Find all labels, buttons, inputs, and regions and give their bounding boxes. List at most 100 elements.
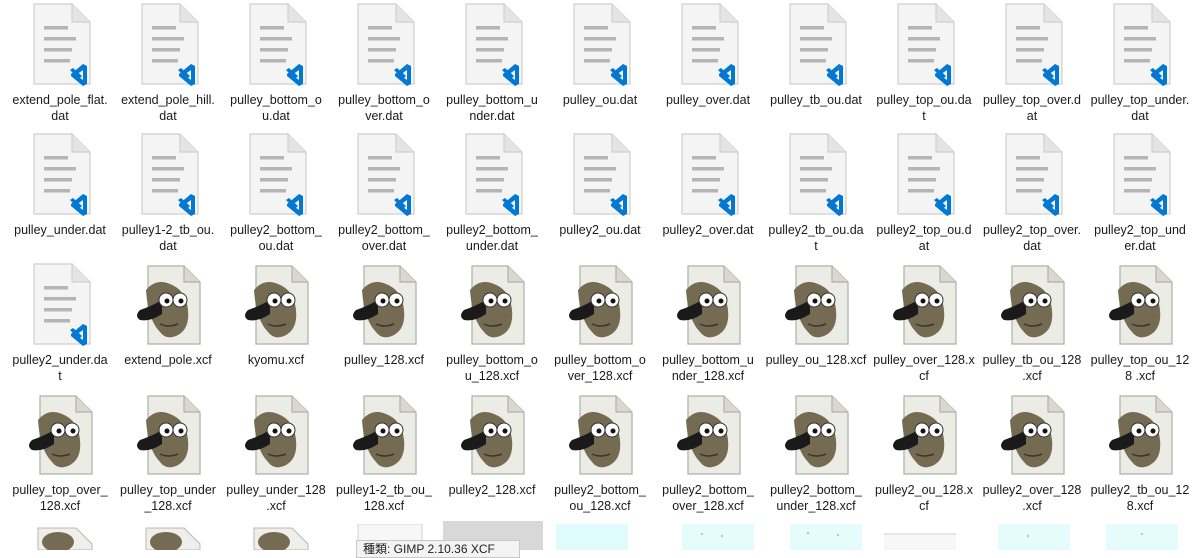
file-item[interactable]: pulley2_128.xcf: [440, 390, 544, 518]
file-item[interactable]: pulley1-2_tb_ou. dat: [116, 130, 220, 258]
file-name-label: pulley_top_ou_12 8 .xcf: [1090, 353, 1190, 383]
file-item[interactable]: pulley2_bottom_ over_128.xcf: [656, 390, 760, 518]
file-name-label: pulley2_top_ou.d at: [876, 223, 972, 253]
file-item[interactable]: pulley_tb_ou_128 .xcf: [980, 260, 1084, 388]
gimp-xcf-file-icon: [1104, 260, 1176, 348]
file-item[interactable]: pulley_bottom_o ver_128.xcf: [548, 260, 652, 388]
file-name-label: pulley_over_128.x cf: [873, 353, 975, 383]
file-item[interactable]: kyomu.xcf: [224, 260, 328, 388]
file-item[interactable]: extend_pole_flat. dat: [8, 0, 112, 128]
file-item[interactable]: pulley_top_over_ 128.xcf: [8, 390, 112, 518]
file-name-label: pulley2_bottom_ ou_128.xcf: [554, 483, 646, 513]
file-name-label: pulley2_tb_ou_12 8.xcf: [1090, 483, 1190, 513]
file-item[interactable]: pulley_top_under. dat: [1088, 0, 1192, 128]
file-name-label: pulley_top_under. dat: [1090, 93, 1190, 123]
gimp-xcf-file-icon[interactable]: [246, 524, 318, 550]
file-name-label: pulley2_over_128 .xcf: [982, 483, 1082, 513]
file-item[interactable]: pulley_top_ou.da t: [872, 0, 976, 128]
file-item[interactable]: pulley_under.dat: [8, 130, 112, 258]
file-item[interactable]: pulley2_bottom_ under_128.xcf: [764, 390, 868, 518]
file-item[interactable]: pulley_over.dat: [656, 0, 760, 128]
file-name-label: pulley_bottom_o ver_128.xcf: [554, 353, 646, 383]
file-item[interactable]: pulley_128.xcf: [332, 260, 436, 388]
file-item[interactable]: pulley2_ou_128.x cf: [872, 390, 976, 518]
file-name-label: extend_pole.xcf: [124, 353, 212, 367]
file-item[interactable]: pulley_bottom_o ver.dat: [332, 0, 436, 128]
file-name-label: pulley_bottom_u nder_128.xcf: [662, 353, 754, 383]
file-name-label: pulley_bottom_u nder.dat: [446, 93, 538, 123]
file-item[interactable]: pulley2_bottom_ ou_128.xcf: [548, 390, 652, 518]
file-name-label: pulley2_bottom_ over.dat: [338, 223, 430, 253]
file-item[interactable]: pulley_bottom_o u_128.xcf: [440, 260, 544, 388]
file-item[interactable]: pulley2_tb_ou.da t: [764, 130, 868, 258]
gimp-xcf-file-icon: [132, 260, 204, 348]
image-thumbnail-icon[interactable]: [1106, 524, 1178, 550]
file-item[interactable]: pulley_bottom_o u.dat: [224, 0, 328, 128]
file-item[interactable]: extend_pole.xcf: [116, 260, 220, 388]
file-name-label: pulley_top_over.d at: [983, 93, 1081, 123]
file-item[interactable]: pulley2_top_und er.dat: [1088, 130, 1192, 258]
file-name-label: pulley_top_under _128.xcf: [120, 483, 216, 513]
file-row-1: extend_pole_flat. dat extend_pole_hill. …: [0, 0, 1200, 130]
file-row-4: pulley_top_over_ 128.xcf pulley_top_unde…: [0, 390, 1200, 520]
file-item[interactable]: pulley_tb_ou.dat: [764, 0, 868, 128]
file-name-label: pulley1-2_tb_ou_ 128.xcf: [336, 483, 432, 513]
file-item[interactable]: pulley2_top_ou.d at: [872, 130, 976, 258]
gimp-xcf-file-icon: [780, 390, 852, 478]
file-name-label: pulley_tb_ou.dat: [770, 93, 862, 107]
file-item[interactable]: extend_pole_hill. dat: [116, 0, 220, 128]
vscode-dat-file-icon: [24, 260, 96, 348]
file-item[interactable]: pulley_under_128 .xcf: [224, 390, 328, 518]
file-item[interactable]: pulley_top_under _128.xcf: [116, 390, 220, 518]
file-item[interactable]: pulley_ou.dat: [548, 0, 652, 128]
image-thumbnail-icon[interactable]: [682, 524, 754, 550]
vscode-dat-file-icon: [240, 0, 312, 88]
file-item[interactable]: pulley1-2_tb_ou_ 128.xcf: [332, 390, 436, 518]
file-item[interactable]: pulley2_bottom_ ou.dat: [224, 130, 328, 258]
file-item[interactable]: pulley2_under.da t: [8, 260, 112, 388]
gimp-xcf-file-icon[interactable]: [138, 524, 210, 550]
file-row-3: pulley2_under.da t extend_pole.xcf kyomu…: [0, 260, 1200, 390]
file-name-label: pulley2_ou_128.x cf: [875, 483, 973, 513]
vscode-dat-file-icon: [1104, 0, 1176, 88]
image-thumbnail-icon[interactable]: [556, 524, 628, 550]
file-name-label: pulley_bottom_o ver.dat: [338, 93, 430, 123]
file-row-2: pulley_under.dat pulley1-2_tb_ou. dat pu…: [0, 130, 1200, 260]
file-item[interactable]: pulley2_over_128 .xcf: [980, 390, 1084, 518]
gimp-xcf-file-icon: [348, 390, 420, 478]
file-name-label: pulley_under.dat: [14, 223, 106, 237]
vscode-dat-file-icon: [888, 130, 960, 218]
gimp-xcf-file-icon: [888, 260, 960, 348]
image-thumbnail-icon[interactable]: [998, 524, 1070, 550]
file-item[interactable]: pulley2_over.dat: [656, 130, 760, 258]
gimp-xcf-file-icon: [24, 390, 96, 478]
gimp-xcf-file-icon: [672, 390, 744, 478]
file-item[interactable]: pulley_bottom_u nder_128.xcf: [656, 260, 760, 388]
file-name-label: pulley2_ou.dat: [559, 223, 641, 237]
file-name-label: extend_pole_flat. dat: [12, 93, 108, 123]
vscode-dat-file-icon: [564, 130, 636, 218]
file-icon-grid: extend_pole_flat. dat extend_pole_hill. …: [0, 0, 1200, 550]
file-item[interactable]: pulley_top_over.d at: [980, 0, 1084, 128]
file-name-label: pulley_ou_128.xcf: [765, 353, 867, 367]
file-name-label: pulley_over.dat: [665, 93, 751, 107]
file-item[interactable]: pulley_top_ou_12 8 .xcf: [1088, 260, 1192, 388]
file-item[interactable]: pulley_over_128.x cf: [872, 260, 976, 388]
file-name-label: extend_pole_hill. dat: [121, 93, 215, 123]
file-item[interactable]: pulley2_tb_ou_12 8.xcf: [1088, 390, 1192, 518]
file-name-label: pulley2_bottom_ over_128.xcf: [662, 483, 754, 513]
gimp-xcf-file-icon: [456, 260, 528, 348]
image-thumbnail-icon[interactable]: [790, 524, 862, 550]
file-item[interactable]: pulley2_ou.dat: [548, 130, 652, 258]
image-thumbnail-icon[interactable]: [884, 524, 956, 550]
file-item[interactable]: pulley_bottom_u nder.dat: [440, 0, 544, 128]
file-item[interactable]: pulley2_bottom_ under.dat: [440, 130, 544, 258]
file-item[interactable]: pulley_ou_128.xcf: [764, 260, 868, 388]
gimp-xcf-file-icon: [564, 390, 636, 478]
gimp-xcf-file-icon[interactable]: [30, 524, 102, 550]
file-name-label: pulley_top_ou.da t: [876, 93, 972, 123]
file-name-label: pulley_top_over_ 128.xcf: [12, 483, 108, 513]
file-name-label: pulley2_over.dat: [662, 223, 754, 237]
file-item[interactable]: pulley2_bottom_ over.dat: [332, 130, 436, 258]
file-item[interactable]: pulley2_top_over. dat: [980, 130, 1084, 258]
